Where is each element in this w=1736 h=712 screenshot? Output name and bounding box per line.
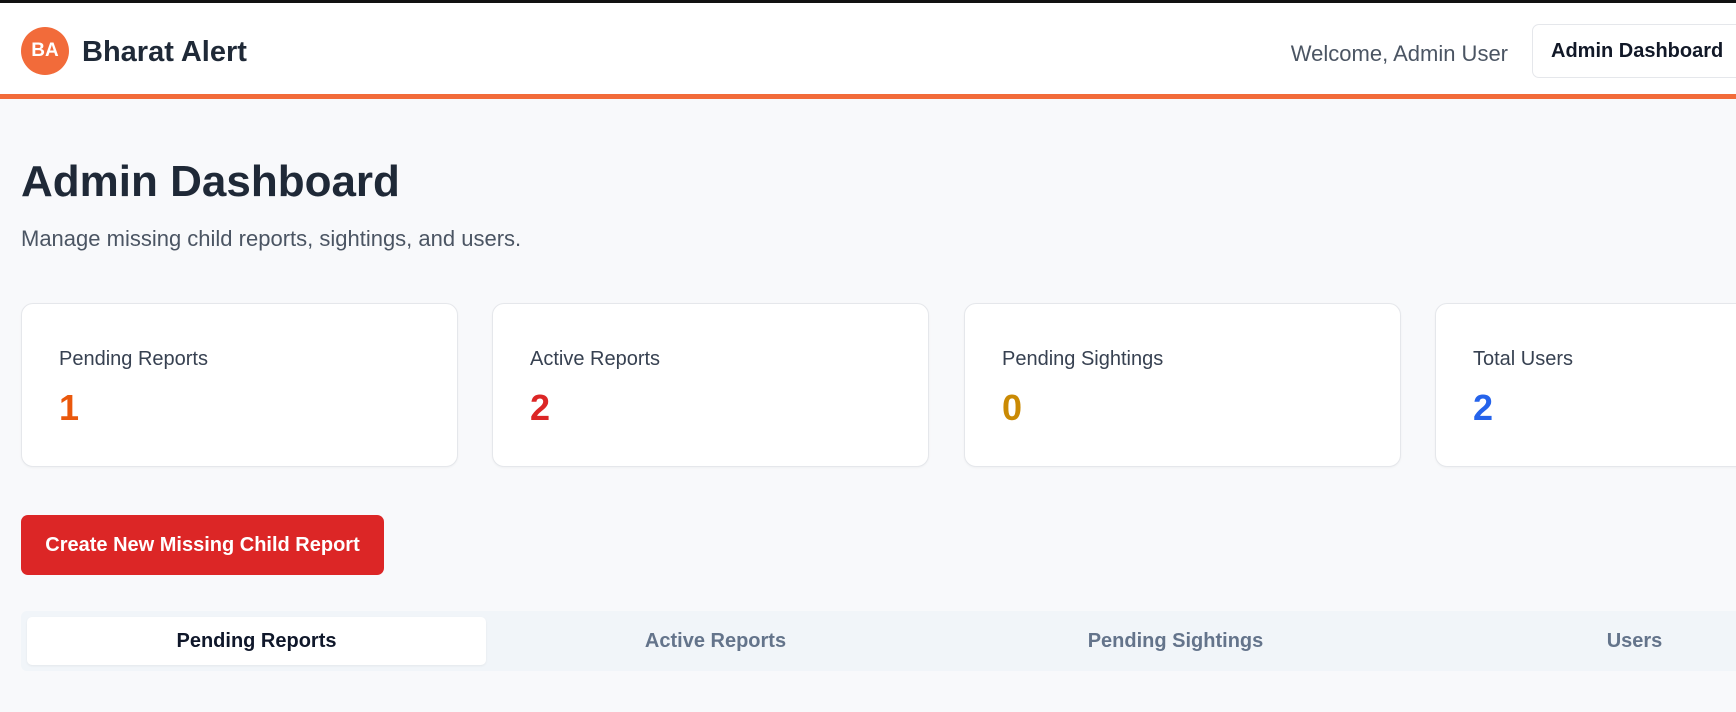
stat-card-total-users: Total Users 2 — [1435, 303, 1736, 467]
tab-pending-sightings[interactable]: Pending Sightings — [946, 617, 1405, 665]
welcome-text: Welcome, Admin User — [1290, 41, 1508, 66]
stat-label: Pending Sightings — [1002, 348, 1164, 370]
stat-value: 0 — [1002, 387, 1023, 428]
tab-pending-reports[interactable]: Pending Reports — [27, 617, 486, 665]
logo-badge[interactable]: BA — [21, 27, 69, 75]
stat-card-active-reports: Active Reports 2 — [492, 303, 929, 467]
stat-value: 1 — [59, 387, 80, 428]
stat-value: 2 — [1473, 387, 1494, 428]
tab-active-reports[interactable]: Active Reports — [486, 617, 945, 665]
stat-label: Active Reports — [530, 348, 661, 370]
create-report-button[interactable]: Create New Missing Child Report — [21, 515, 384, 575]
tab-bar: Pending Reports Active Reports Pending S… — [21, 611, 1736, 671]
stat-value: 2 — [530, 387, 551, 428]
brand-name[interactable]: Bharat Alert — [82, 35, 247, 69]
app-header: BA Bharat Alert Welcome, Admin User Admi… — [0, 3, 1736, 99]
stat-label: Pending Reports — [59, 348, 208, 370]
admin-dashboard-button[interactable]: Admin Dashboard — [1532, 24, 1736, 78]
stat-label: Total Users — [1473, 348, 1574, 370]
stat-card-pending-reports: Pending Reports 1 — [21, 303, 458, 467]
page-title: Admin Dashboard — [21, 157, 400, 206]
stat-card-pending-sightings: Pending Sightings 0 — [964, 303, 1401, 467]
tab-users[interactable]: Users — [1405, 617, 1736, 665]
page-subtitle: Manage missing child reports, sightings,… — [21, 226, 522, 251]
